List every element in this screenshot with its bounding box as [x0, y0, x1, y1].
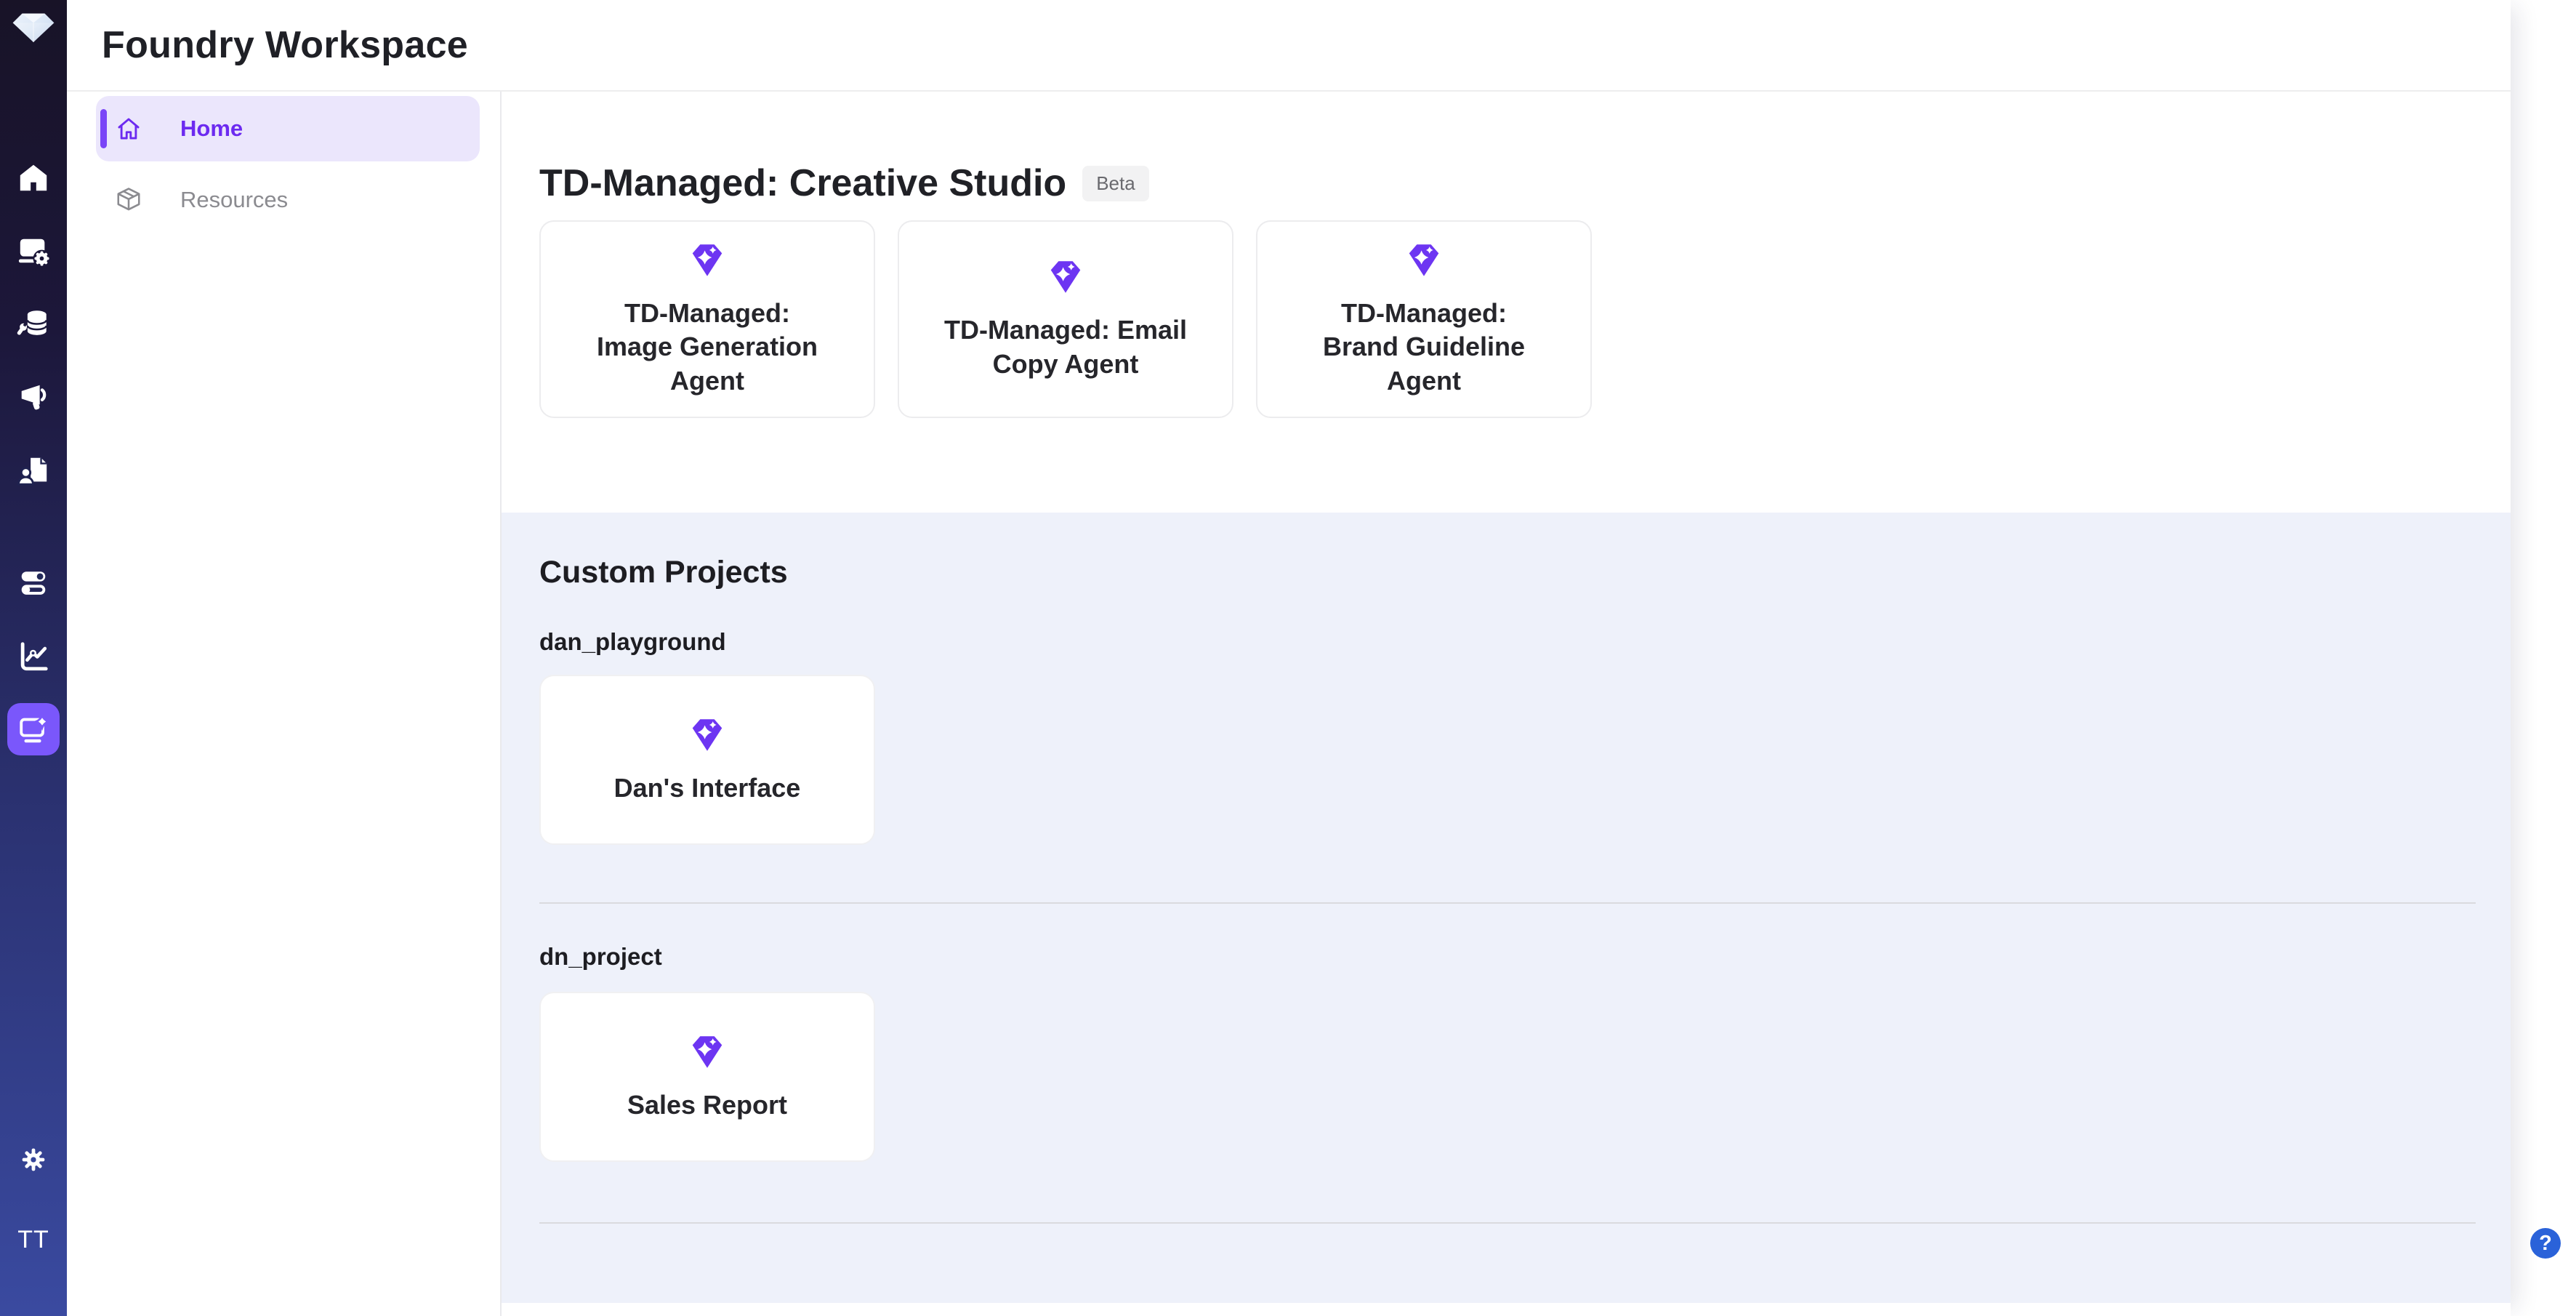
card-title: TD-Managed: Image Generation Agent — [584, 297, 831, 398]
card-image-generation-agent[interactable]: TD-Managed: Image Generation Agent — [539, 220, 875, 418]
gem-sparkle-icon — [1043, 257, 1088, 297]
custom-projects-section: Custom Projects dan_playground Dan's Int… — [502, 513, 2511, 1303]
gear-icon[interactable] — [7, 1134, 60, 1186]
line-chart-icon[interactable] — [7, 630, 60, 683]
custom-projects-title: Custom Projects — [539, 555, 2511, 590]
card-email-copy-agent[interactable]: TD-Managed: Email Copy Agent — [898, 220, 1233, 418]
help-button[interactable]: ? — [2530, 1228, 2561, 1259]
card-title: Sales Report — [627, 1088, 787, 1123]
project-group-name: dan_playground — [539, 628, 2511, 656]
app-header: Foundry Workspace — [67, 0, 2511, 92]
avatar-initials: TT — [17, 1226, 49, 1254]
card-title: TD-Managed: Brand Guideline Agent — [1300, 297, 1547, 398]
card-title: Dan's Interface — [614, 771, 801, 806]
megaphone-icon[interactable] — [7, 371, 60, 423]
section-divider — [539, 1222, 2476, 1224]
beta-badge: Beta — [1082, 166, 1149, 201]
home-outline-icon — [115, 115, 142, 143]
project-group-name: dn_project — [539, 943, 2511, 971]
icon-rail: TT — [0, 0, 67, 1316]
page-title: Foundry Workspace — [102, 23, 468, 67]
user-document-icon[interactable] — [7, 445, 60, 497]
gem-sparkle-icon — [685, 240, 730, 281]
toggles-icon[interactable] — [7, 557, 60, 609]
diamond-logo[interactable] — [9, 10, 57, 47]
card-sales-report[interactable]: Sales Report — [539, 992, 875, 1162]
sidebar-item-label: Home — [180, 116, 243, 142]
custom-card-row: Dan's Interface — [539, 675, 2511, 845]
managed-section: TD-Managed: Creative Studio Beta TD-Mana… — [502, 92, 2511, 513]
app-window: TT Foundry Workspace Home — [0, 0, 2511, 1316]
sidebar-item-resources[interactable]: Resources — [96, 172, 480, 228]
section-divider — [539, 902, 2476, 904]
gem-sparkle-icon — [685, 1032, 730, 1072]
avatar[interactable]: TT — [7, 1213, 60, 1266]
card-brand-guideline-agent[interactable]: TD-Managed: Brand Guideline Agent — [1256, 220, 1592, 418]
database-tools-icon[interactable] — [7, 297, 60, 350]
sidebar: Home Resources — [67, 92, 502, 1316]
card-dans-interface[interactable]: Dan's Interface — [539, 675, 875, 845]
package-icon — [115, 186, 142, 214]
managed-card-row: TD-Managed: Image Generation Agent TD-Ma… — [539, 220, 2511, 418]
gem-sparkle-icon — [1401, 240, 1446, 281]
home-icon[interactable] — [7, 152, 60, 204]
custom-card-row: Sales Report — [539, 992, 2511, 1162]
managed-section-title: TD-Managed: Creative Studio — [539, 162, 1066, 206]
active-accent-bar — [100, 109, 107, 148]
gem-sparkle-icon — [685, 715, 730, 755]
sidebar-item-home[interactable]: Home — [96, 96, 480, 161]
sidebar-item-label: Resources — [180, 187, 288, 213]
screen-sparkle-icon[interactable] — [7, 703, 60, 755]
monitor-settings-icon[interactable] — [7, 225, 60, 277]
card-title: TD-Managed: Email Copy Agent — [942, 313, 1189, 382]
main-content: TD-Managed: Creative Studio Beta TD-Mana… — [502, 92, 2511, 1316]
